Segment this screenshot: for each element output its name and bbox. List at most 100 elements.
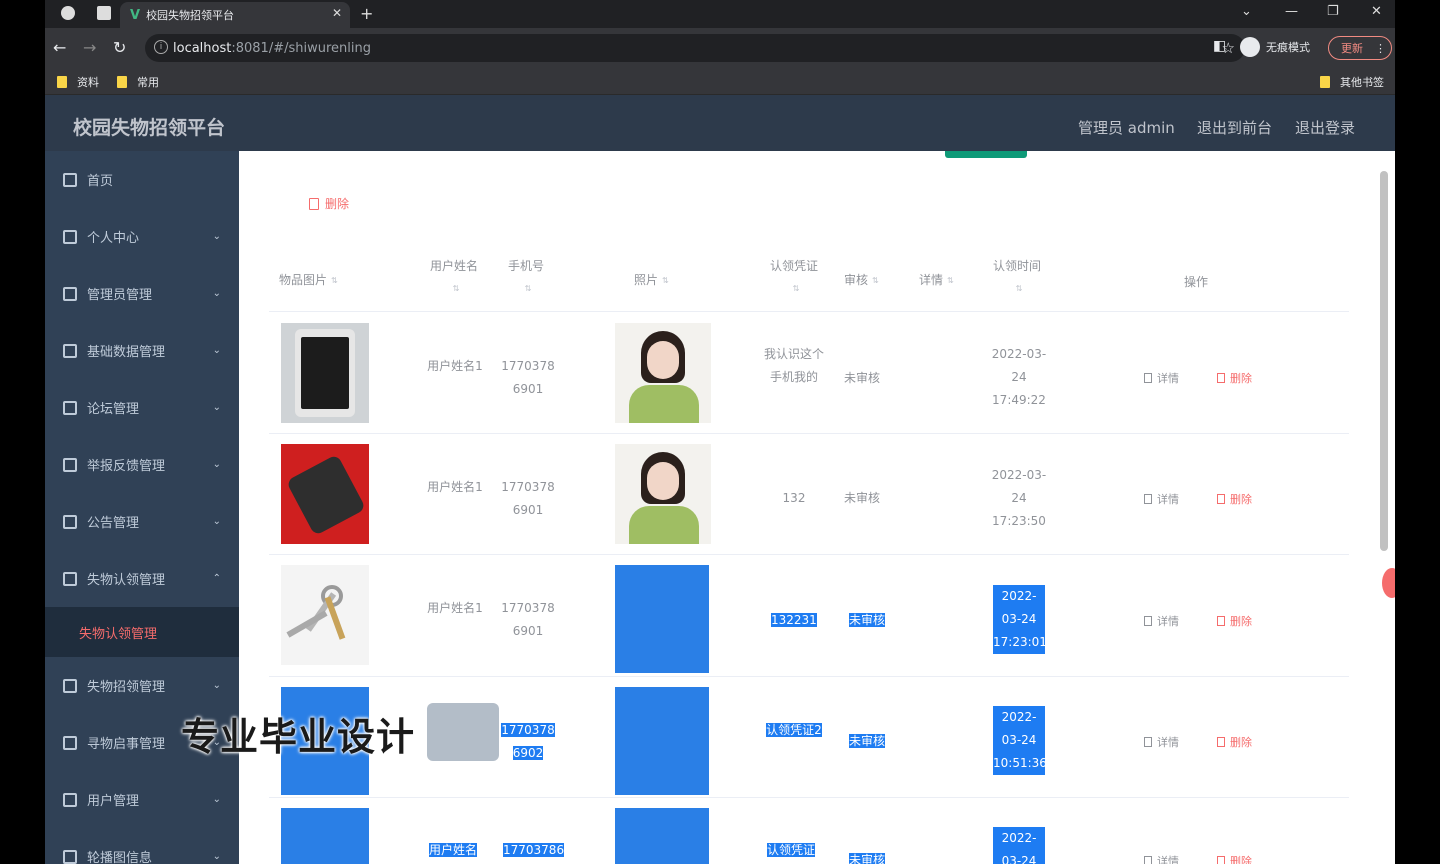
key <box>286 610 328 638</box>
sidebar-subitem-label: 失物认领管理 <box>79 626 158 642</box>
scrollbar[interactable] <box>1380 171 1388 551</box>
trash-icon <box>1217 494 1225 504</box>
minimize-icon[interactable]: — <box>1285 4 1298 19</box>
reload-icon[interactable]: ↻ <box>113 38 126 57</box>
back-to-front-link[interactable]: 退出到前台 <box>1197 117 1272 138</box>
cell-proof: 132231 <box>771 613 817 627</box>
delete-button[interactable]: 删除 <box>1217 613 1252 629</box>
url-host: localhost <box>173 40 232 56</box>
wallet <box>285 454 367 536</box>
bookmark-folder-changyong[interactable]: 常用 <box>117 74 159 90</box>
trash-icon <box>1217 856 1225 864</box>
address-bar[interactable]: i localhost :8081/#/shiwurenling ☆ <box>145 34 1245 62</box>
detail-button[interactable]: 详情 <box>1144 491 1179 507</box>
detail-button[interactable]: 详情 <box>1144 734 1179 750</box>
close-tab-icon[interactable]: ✕ <box>332 6 342 20</box>
sort-icon[interactable]: ⇅ <box>793 278 800 300</box>
sidebar-item-profile[interactable]: 个人中心 ⌄ <box>45 208 239 265</box>
col-proof[interactable]: 认领凭证 ⇅ <box>759 255 829 300</box>
detail-label: 详情 <box>1157 493 1179 506</box>
sidebar-item-label: 用户管理 <box>87 794 140 809</box>
bookmark-folder-ziliao[interactable]: 资料 <box>57 74 99 90</box>
cell-status: 未审核 <box>849 734 886 748</box>
sidebar-subitem-claim[interactable]: 失物认领管理 <box>45 607 239 657</box>
sidebar-item-admin[interactable]: 管理员管理 ⌄ <box>45 265 239 322</box>
delete-button[interactable]: 删除 <box>1217 370 1252 386</box>
search-notice-icon <box>63 735 77 750</box>
tab-search-icon[interactable] <box>97 6 111 20</box>
sort-icon[interactable]: ⇅ <box>525 278 532 300</box>
photo-avatar-selected[interactable] <box>615 565 709 673</box>
shirt <box>629 385 699 423</box>
floating-action-button[interactable] <box>1382 568 1395 598</box>
delete-button[interactable]: 删除 <box>1217 734 1252 750</box>
incognito-indicator[interactable]: 无痕模式 <box>1240 37 1310 57</box>
sort-icon[interactable]: ⇅ <box>872 270 879 292</box>
sidebar-item-notice[interactable]: 公告管理 ⌄ <box>45 493 239 550</box>
photo-avatar-selected[interactable] <box>615 808 709 864</box>
menu-icon[interactable]: ⋮ <box>1375 42 1386 55</box>
sort-icon[interactable]: ⇅ <box>1016 278 1023 300</box>
sidebar-item-label: 基础数据管理 <box>87 345 166 360</box>
claim-icon <box>63 571 77 586</box>
photo-avatar-selected[interactable] <box>615 687 709 795</box>
restore-icon[interactable]: ❐ <box>1327 4 1339 19</box>
header-label: 详情 <box>919 273 944 287</box>
sidebar-item-report[interactable]: 举报反馈管理 ⌄ <box>45 436 239 493</box>
sidebar-item-label: 失物认领管理 <box>87 573 166 588</box>
photo-avatar[interactable] <box>615 444 711 544</box>
col-user-name[interactable]: 用户姓名 ⇅ <box>419 255 489 300</box>
logout-link[interactable]: 退出登录 <box>1295 117 1355 138</box>
sidebar-item-home[interactable]: 首页 <box>45 151 239 208</box>
detail-button[interactable]: 详情 <box>1144 853 1179 864</box>
header-label: 手机号 <box>507 259 544 273</box>
sidebar-item-basic-data[interactable]: 基础数据管理 ⌄ <box>45 322 239 379</box>
face <box>647 341 679 379</box>
chevron-down-icon: ⌄ <box>212 345 221 356</box>
browser-tab[interactable]: V 校园失物招领平台 ✕ <box>120 2 350 28</box>
site-info-icon[interactable]: i <box>154 40 168 54</box>
sort-icon[interactable]: ⇅ <box>947 270 954 292</box>
sidebar-item-users[interactable]: 用户管理 ⌄ <box>45 771 239 828</box>
col-item-image[interactable]: 物品图片 ⇅ <box>279 269 338 292</box>
other-bookmarks[interactable]: 其他书签 <box>1320 74 1384 90</box>
delete-label: 删除 <box>1230 736 1252 749</box>
delete-button[interactable]: 删除 <box>1217 491 1252 507</box>
cell-phone: 17703786901 <box>501 480 555 517</box>
sidebar-item-forum[interactable]: 论坛管理 ⌄ <box>45 379 239 436</box>
col-status[interactable]: 审核 ⇅ <box>844 269 879 292</box>
detail-button[interactable]: 详情 <box>1144 613 1179 629</box>
close-window-icon[interactable]: ✕ <box>1371 4 1382 19</box>
item-image-wallet[interactable] <box>281 444 369 544</box>
batch-delete-button[interactable]: 删除 <box>309 195 349 212</box>
col-photo[interactable]: 照片 ⇅ <box>634 269 669 292</box>
detail-button[interactable]: 详情 <box>1144 370 1179 386</box>
item-image-phone[interactable] <box>281 323 369 423</box>
new-tab-icon[interactable]: + <box>360 4 373 23</box>
col-phone[interactable]: 手机号 ⇅ <box>501 255 551 300</box>
col-time[interactable]: 认领时间 ⇅ <box>987 255 1047 300</box>
col-detail[interactable]: 详情 ⇅ <box>919 269 954 292</box>
user-icon <box>63 229 77 244</box>
sort-icon[interactable]: ⇅ <box>662 270 669 292</box>
row-divider <box>269 797 1349 798</box>
sidebar-item-carousel[interactable]: 轮播图信息 ⌄ <box>45 828 239 864</box>
tab-list-icon[interactable]: ⌄ <box>1241 4 1252 19</box>
sort-icon[interactable]: ⇅ <box>331 270 338 292</box>
sidepanel-icon[interactable]: ◧ <box>1213 38 1226 54</box>
url-path: :8081/#/shiwurenling <box>231 40 371 56</box>
bookmarks-bar: 资料 常用 其他书签 <box>45 68 1395 95</box>
sidebar-item-claim[interactable]: 失物认领管理 ⌃ <box>45 550 239 607</box>
item-image-selected[interactable] <box>281 808 369 864</box>
item-image-keys[interactable] <box>281 565 369 665</box>
sort-icon[interactable]: ⇅ <box>453 278 460 300</box>
forward-icon[interactable]: → <box>83 38 96 57</box>
chevron-down-icon: ⌄ <box>212 516 221 527</box>
delete-label: 删除 <box>1230 615 1252 628</box>
back-icon[interactable]: ← <box>53 38 66 57</box>
sidebar-item-label: 管理员管理 <box>87 288 153 303</box>
photo-avatar[interactable] <box>615 323 711 423</box>
update-button[interactable]: 更新 ⋮ <box>1328 36 1392 60</box>
search-button-edge[interactable] <box>945 151 1027 158</box>
delete-button[interactable]: 删除 <box>1217 853 1252 864</box>
